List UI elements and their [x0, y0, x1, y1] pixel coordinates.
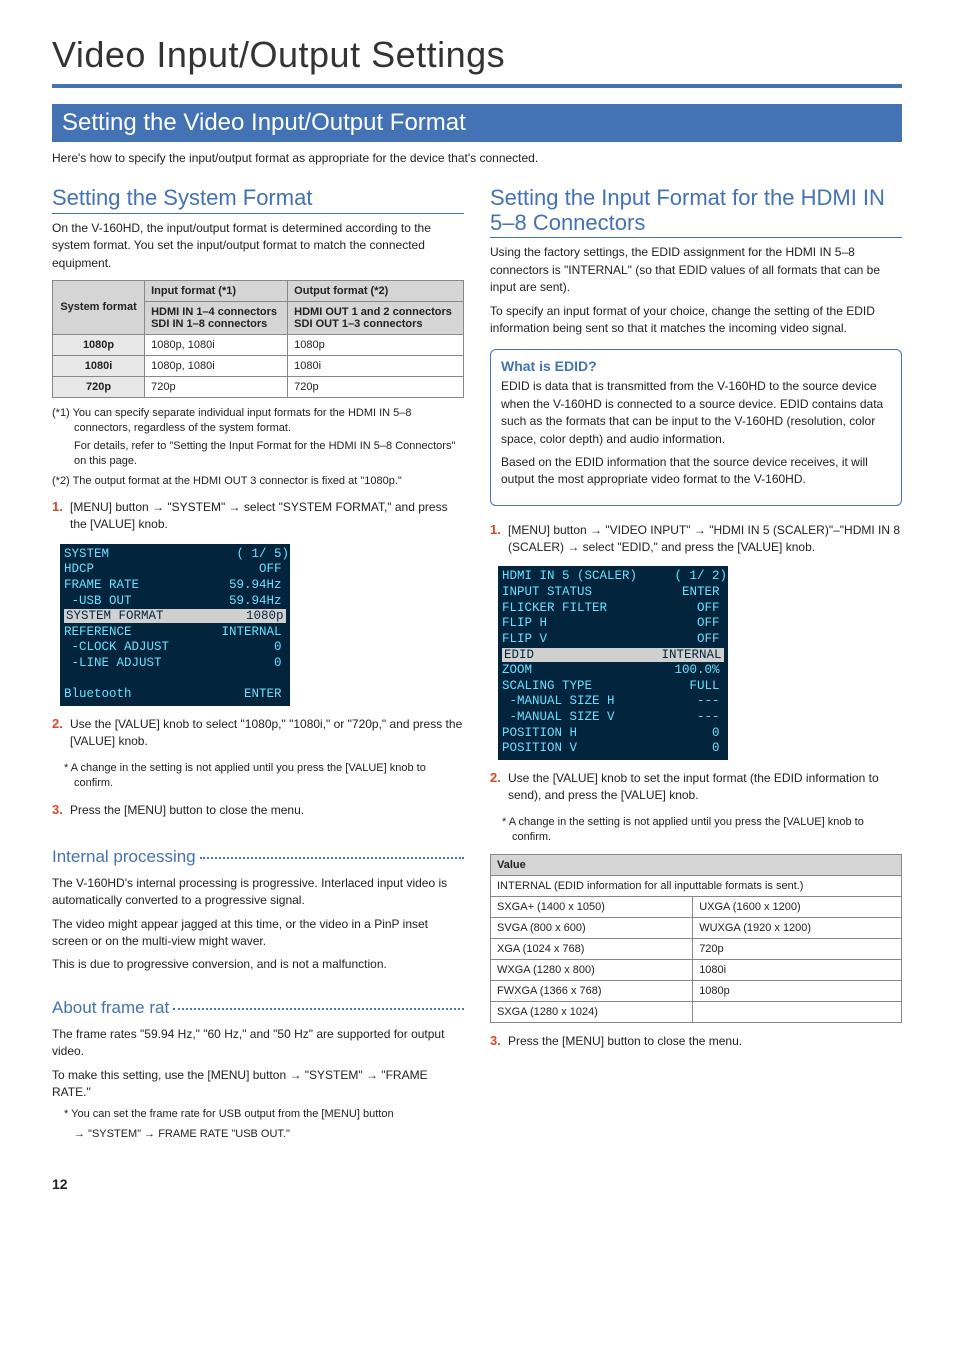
- step-number: 3.: [490, 1033, 508, 1050]
- cell: 1080p: [693, 980, 902, 1001]
- paragraph: Using the factory settings, the EDID ass…: [490, 244, 902, 296]
- callout-title: What is EDID?: [501, 358, 891, 374]
- system-format-table: System format Input format (*1) Output f…: [52, 280, 464, 398]
- footnote: For details, refer to "Setting the Input…: [52, 439, 464, 470]
- step-number: 2.: [52, 716, 70, 751]
- section-heading: Setting the Video Input/Output Format: [52, 104, 902, 142]
- lcd-selection: EDID INTERNAL: [502, 648, 724, 662]
- cell: 720p: [145, 376, 288, 397]
- lcd-line: SYSTEM ( 1/ 5) HDCP OFF FRAME RATE 59.94…: [64, 547, 289, 608]
- paragraph: EDID is data that is transmitted from th…: [501, 378, 891, 448]
- intro-text: Here's how to specify the input/output f…: [52, 150, 902, 167]
- lcd-screenshot: SYSTEM ( 1/ 5) HDCP OFF FRAME RATE 59.94…: [60, 544, 290, 706]
- table-subheader: HDMI OUT 1 and 2 connectors SDI OUT 1–3 …: [288, 301, 464, 334]
- cell: [693, 1001, 902, 1022]
- table-row: 720p 720p 720p: [53, 376, 464, 397]
- step: 3. Press the [MENU] button to close the …: [490, 1033, 902, 1050]
- paragraph: The frame rates "59.94 Hz," "60 Hz," and…: [52, 1026, 464, 1061]
- footnote: (*2) The output format at the HDMI OUT 3…: [52, 474, 464, 489]
- cell: WXGA (1280 x 800): [491, 959, 693, 980]
- edid-value-table: Value INTERNAL (EDID information for all…: [490, 854, 902, 1023]
- step-number: 2.: [490, 770, 508, 805]
- cell: 1080p: [53, 334, 145, 355]
- step-text: [MENU] button → "SYSTEM" → select "SYSTE…: [70, 499, 464, 534]
- info-callout: What is EDID? EDID is data that is trans…: [490, 349, 902, 505]
- note: → "SYSTEM" → FRAME RATE "USB OUT.": [64, 1127, 464, 1142]
- table-row: SXGA (1280 x 1024): [491, 1001, 902, 1022]
- lcd-screenshot: HDMI IN 5 (SCALER) ( 1/ 2) INPUT STATUS …: [498, 566, 728, 760]
- dotted-rule: [173, 1008, 464, 1010]
- lcd-selection: SYSTEM FORMAT 1080p: [64, 609, 286, 623]
- cell: 1080p: [288, 334, 464, 355]
- paragraph: This is due to progressive conversion, a…: [52, 956, 464, 973]
- subsection-heading: Setting the Input Format for the HDMI IN…: [490, 185, 902, 239]
- cell: 1080p, 1080i: [145, 334, 288, 355]
- table-row: XGA (1024 x 768)720p: [491, 938, 902, 959]
- table-row: WXGA (1280 x 800)1080i: [491, 959, 902, 980]
- cell: 1080i: [53, 355, 145, 376]
- cell: FWXGA (1366 x 768): [491, 980, 693, 1001]
- step-number: 1.: [490, 522, 508, 557]
- step-text: Use the [VALUE] knob to select "1080p," …: [70, 716, 464, 751]
- page-number: 12: [52, 1176, 902, 1192]
- lcd-line: HDMI IN 5 (SCALER) ( 1/ 2) INPUT STATUS …: [502, 569, 727, 646]
- cell: 1080i: [288, 355, 464, 376]
- cell: WUXGA (1920 x 1200): [693, 917, 902, 938]
- step-text: Press the [MENU] button to close the men…: [508, 1033, 902, 1050]
- cell: SXGA (1280 x 1024): [491, 1001, 693, 1022]
- step: 2. Use the [VALUE] knob to select "1080p…: [52, 716, 464, 751]
- footnote: (*1) You can specify separate individual…: [52, 406, 464, 437]
- table-row: FWXGA (1366 x 768)1080p: [491, 980, 902, 1001]
- right-column: Setting the Input Format for the HDMI IN…: [490, 185, 902, 1146]
- sub-heading: Internal processing: [52, 847, 196, 867]
- cell: INTERNAL (EDID information for all input…: [491, 875, 902, 896]
- cell: 720p: [693, 938, 902, 959]
- paragraph: Based on the EDID information that the s…: [501, 454, 891, 489]
- table-row: SXGA+ (1400 x 1050)UXGA (1600 x 1200): [491, 896, 902, 917]
- cell: UXGA (1600 x 1200): [693, 896, 902, 917]
- step-number: 1.: [52, 499, 70, 534]
- table-header: Input format (*1): [145, 280, 288, 301]
- paragraph: The video might appear jagged at this ti…: [52, 916, 464, 951]
- step: 1. [MENU] button → "SYSTEM" → select "SY…: [52, 499, 464, 534]
- paragraph: The V-160HD's internal processing is pro…: [52, 875, 464, 910]
- paragraph: To make this setting, use the [MENU] but…: [52, 1067, 464, 1102]
- table-row: 1080p 1080p, 1080i 1080p: [53, 334, 464, 355]
- sub-heading: About frame rat: [52, 998, 169, 1018]
- cell: 1080i: [693, 959, 902, 980]
- paragraph: To specify an input format of your choic…: [490, 303, 902, 338]
- step: 1. [MENU] button → "VIDEO INPUT" → "HDMI…: [490, 522, 902, 557]
- step-text: Use the [VALUE] knob to set the input fo…: [508, 770, 902, 805]
- table-header: Value: [491, 854, 902, 875]
- cell: 720p: [53, 376, 145, 397]
- cell: SXGA+ (1400 x 1050): [491, 896, 693, 917]
- lcd-line: ZOOM 100.0% SCALING TYPE FULL -MANUAL SI…: [502, 663, 720, 755]
- note: * A change in the setting is not applied…: [502, 815, 902, 846]
- chapter-title: Video Input/Output Settings: [52, 34, 902, 88]
- step-text: Press the [MENU] button to close the men…: [70, 802, 464, 819]
- note: * You can set the frame rate for USB out…: [64, 1107, 464, 1122]
- step-text: [MENU] button → "VIDEO INPUT" → "HDMI IN…: [508, 522, 902, 557]
- step: 3. Press the [MENU] button to close the …: [52, 802, 464, 819]
- left-column: Setting the System Format On the V-160HD…: [52, 185, 464, 1146]
- table-row: SVGA (800 x 600)WUXGA (1920 x 1200): [491, 917, 902, 938]
- table-row: 1080i 1080p, 1080i 1080i: [53, 355, 464, 376]
- cell: SVGA (800 x 600): [491, 917, 693, 938]
- subsection-heading: Setting the System Format: [52, 185, 464, 214]
- step-number: 3.: [52, 802, 70, 819]
- paragraph: On the V-160HD, the input/output format …: [52, 220, 464, 272]
- cell: XGA (1024 x 768): [491, 938, 693, 959]
- cell: 1080p, 1080i: [145, 355, 288, 376]
- cell: 720p: [288, 376, 464, 397]
- table-subheader: HDMI IN 1–4 connectors SDI IN 1–8 connec…: [145, 301, 288, 334]
- lcd-line: REFERENCE INTERNAL -CLOCK ADJUST 0 -LINE…: [64, 625, 282, 702]
- table-header: System format: [53, 280, 145, 334]
- table-header: Output format (*2): [288, 280, 464, 301]
- note: * A change in the setting is not applied…: [64, 761, 464, 792]
- dotted-rule: [200, 857, 464, 859]
- step: 2. Use the [VALUE] knob to set the input…: [490, 770, 902, 805]
